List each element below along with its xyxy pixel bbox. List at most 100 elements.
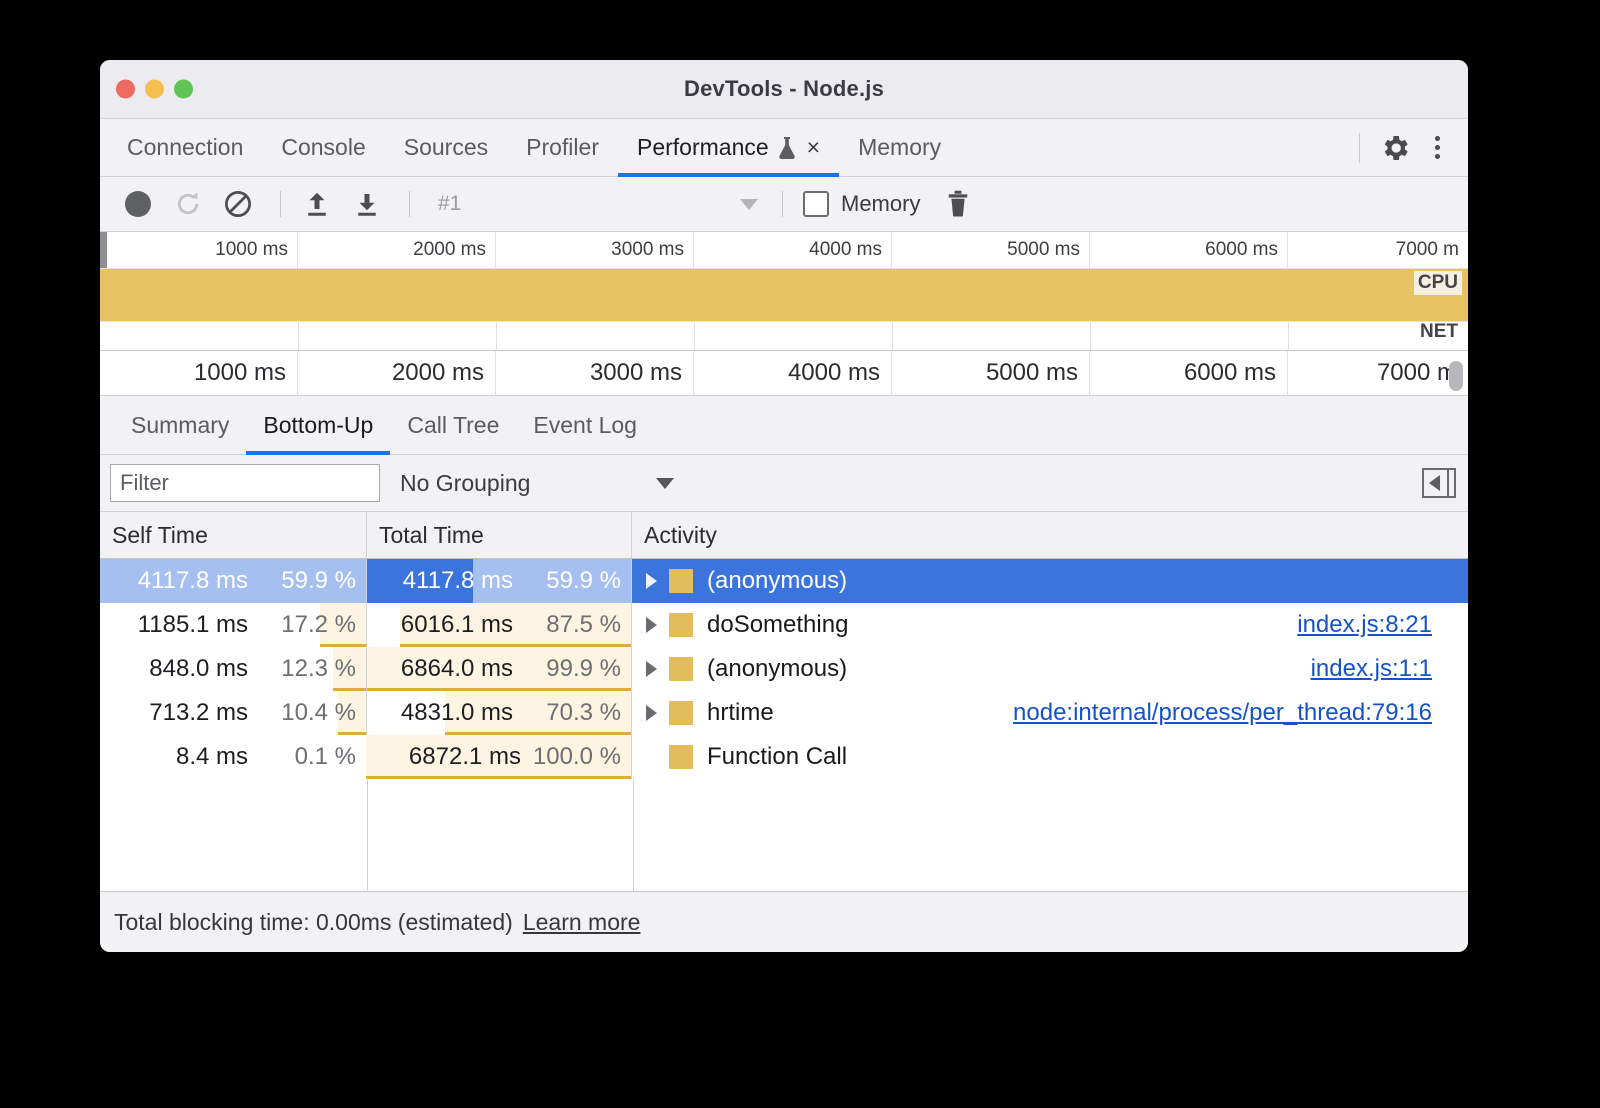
search-input[interactable]	[110, 464, 380, 502]
ruler-tick: 5000 ms	[892, 232, 1090, 268]
total-time-percent: 87.5 %	[513, 611, 621, 639]
expand-arrow-icon[interactable]	[646, 617, 657, 633]
learn-more-link[interactable]: Learn more	[523, 909, 641, 936]
self-time-value: 1185.1 ms	[138, 611, 248, 639]
cpu-overview-band[interactable]: CPU	[100, 269, 1468, 322]
grouping-selector[interactable]: No Grouping	[400, 463, 690, 503]
activity-name: doSomething	[707, 611, 848, 639]
window-titlebar: DevTools - Node.js	[100, 60, 1468, 119]
ruler-tick: 7000 m	[1288, 232, 1468, 268]
total-time-percent: 100.0 %	[521, 743, 621, 771]
table-row[interactable]: 4117.8 ms 59.9 % 4117.8 ms 59.9 % (	[100, 559, 1468, 603]
devtools-window: DevTools - Node.js Connection Console So…	[100, 60, 1468, 952]
clear-no-entry-icon[interactable]	[216, 182, 260, 226]
expand-arrow-icon[interactable]	[646, 573, 657, 589]
table-row[interactable]: 8.4 ms 0.1 % 6872.1 ms 100.0 % Func	[100, 735, 1468, 779]
self-time-value: 713.2 ms	[149, 699, 248, 727]
self-time-value: 4117.8 ms	[138, 567, 248, 595]
tab-label: Console	[281, 134, 365, 161]
self-time-percent: 10.4 %	[248, 699, 356, 727]
show-sidebar-icon[interactable]	[1422, 468, 1456, 498]
gear-icon[interactable]	[1374, 127, 1416, 169]
cell-self-time: 4117.8 ms 59.9 %	[100, 559, 367, 603]
table-row[interactable]: 848.0 ms 12.3 % 6864.0 ms 99.9 % (a	[100, 647, 1468, 691]
tab-label: Connection	[127, 134, 243, 161]
activity-color-swatch	[669, 613, 693, 637]
load-profile-upload-icon[interactable]	[295, 182, 339, 226]
expand-arrow-icon[interactable]	[646, 705, 657, 721]
subtab-bottom-up[interactable]: Bottom-Up	[246, 396, 390, 454]
sidebar-edge-glyph	[1447, 470, 1449, 496]
subtab-label: Summary	[131, 412, 229, 439]
profile-selected-value: #1	[438, 192, 461, 216]
column-header-activity[interactable]: Activity	[632, 512, 1468, 558]
ruler-tick: 3000 ms	[496, 232, 694, 268]
overview-scrollbar-thumb[interactable]	[1449, 361, 1463, 391]
activity-name: (anonymous)	[707, 567, 847, 595]
cell-total-time: 4831.0 ms 70.3 %	[367, 691, 632, 735]
kebab-dots	[1435, 136, 1440, 159]
cell-activity: doSomething index.js:8:21	[632, 603, 1468, 647]
column-header-total-time[interactable]: Total Time	[367, 512, 632, 558]
source-link[interactable]: index.js:8:21	[1297, 611, 1432, 639]
reload-icon[interactable]	[166, 182, 210, 226]
expand-arrow-icon[interactable]	[646, 661, 657, 677]
table-header-row: Self Time Total Time Activity	[100, 512, 1468, 559]
subtab-event-log[interactable]: Event Log	[516, 396, 654, 454]
total-time-value: 4117.8 ms	[403, 567, 513, 595]
net-overview-band[interactable]: NET	[100, 322, 1468, 351]
tab-memory[interactable]: Memory	[839, 119, 960, 176]
tab-label: Memory	[858, 134, 941, 161]
total-time-value: 6872.1 ms	[409, 743, 521, 771]
tab-performance[interactable]: Performance ×	[618, 119, 839, 176]
checkbox-box	[803, 191, 829, 217]
total-blocking-time-text: Total blocking time: 0.00ms (estimated)	[114, 909, 513, 936]
close-tab-icon[interactable]: ×	[807, 136, 820, 159]
close-window-button[interactable]	[116, 80, 135, 99]
total-time-percent: 70.3 %	[513, 699, 621, 727]
cell-self-time: 848.0 ms 12.3 %	[100, 647, 367, 691]
source-link[interactable]: node:internal/process/per_thread:79:16	[1013, 699, 1432, 727]
bottom-up-table: Self Time Total Time Activity 4117.8 ms …	[100, 512, 1468, 892]
trash-icon[interactable]	[936, 182, 980, 226]
subtab-label: Event Log	[533, 412, 637, 439]
minimize-window-button[interactable]	[145, 80, 164, 99]
subtab-summary[interactable]: Summary	[114, 396, 246, 454]
subtab-label: Call Tree	[407, 412, 499, 439]
overview-window-left-handle[interactable]	[100, 232, 107, 268]
overview-bottom-ruler: 1000 ms 2000 ms 3000 ms 4000 ms 5000 ms …	[100, 351, 1468, 396]
divider	[782, 191, 783, 217]
activity-color-swatch	[669, 745, 693, 769]
activity-color-swatch	[669, 657, 693, 681]
kebab-menu-icon[interactable]	[1416, 127, 1458, 169]
table-row[interactable]: 1185.1 ms 17.2 % 6016.1 ms 87.5 % d	[100, 603, 1468, 647]
tab-profiler[interactable]: Profiler	[507, 119, 618, 176]
self-time-percent: 12.3 %	[248, 655, 356, 683]
self-time-value: 8.4 ms	[176, 743, 248, 771]
total-time-value: 4831.0 ms	[401, 699, 513, 727]
maximize-window-button[interactable]	[174, 80, 193, 99]
tab-connection[interactable]: Connection	[108, 119, 262, 176]
source-link[interactable]: index.js:1:1	[1311, 655, 1432, 683]
activity-name: Function Call	[707, 743, 847, 771]
column-header-self-time[interactable]: Self Time	[100, 512, 367, 558]
table-row[interactable]: 713.2 ms 10.4 % 4831.0 ms 70.3 % hr	[100, 691, 1468, 735]
cell-total-time: 6864.0 ms 99.9 %	[367, 647, 632, 691]
ruler-tick: 7000 m	[1288, 351, 1468, 395]
self-time-percent: 17.2 %	[248, 611, 356, 639]
tab-sources[interactable]: Sources	[385, 119, 507, 176]
timeline-overview: 1000 ms 2000 ms 3000 ms 4000 ms 5000 ms …	[100, 232, 1468, 396]
profile-selector[interactable]: #1	[424, 186, 768, 222]
tab-console[interactable]: Console	[262, 119, 384, 176]
traffic-lights	[116, 80, 193, 99]
record-circle-icon[interactable]	[116, 182, 160, 226]
panel-tabbar: Connection Console Sources Profiler Perf…	[100, 119, 1468, 177]
ruler-tick: 1000 ms	[100, 232, 298, 268]
memory-checkbox[interactable]: Memory	[803, 191, 920, 217]
subtab-call-tree[interactable]: Call Tree	[390, 396, 516, 454]
save-profile-download-icon[interactable]	[345, 182, 389, 226]
cell-activity: (anonymous) index.js:1:1	[632, 647, 1468, 691]
cell-total-time: 6872.1 ms 100.0 %	[367, 735, 632, 779]
overview-top-ruler: 1000 ms 2000 ms 3000 ms 4000 ms 5000 ms …	[100, 232, 1468, 269]
cpu-usage-fill	[100, 269, 1468, 321]
